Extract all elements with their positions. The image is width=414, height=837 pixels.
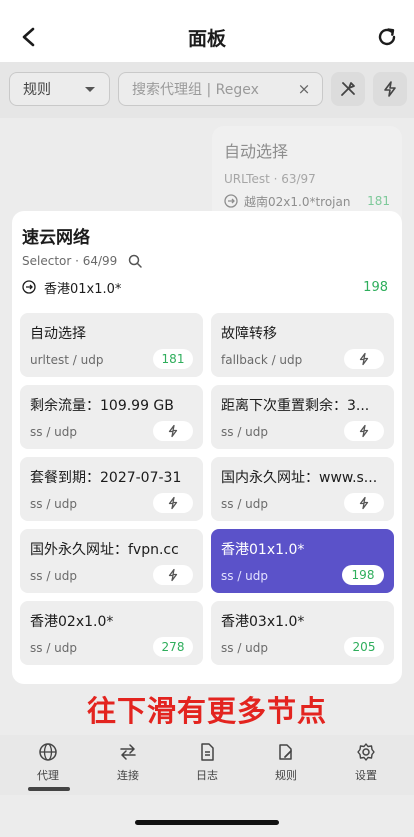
tab-label: 日志 [196,769,218,782]
node-protocol: ss / udp [221,425,269,439]
group-name: 自动选择 [224,142,289,161]
group-current: 越南02x1.0*trojan 181 [224,192,390,210]
node-protocol: ss / udp [30,425,78,439]
bottom-nav: 代理 连接 日志 规则 设置 [0,735,414,795]
node-protocol: ss / udp [30,569,78,583]
proxy-node-card[interactable]: 距离下次重置剩余：3... ss / udp [211,385,394,449]
page-title: 面板 [187,28,226,50]
tab-label: 代理 [37,769,59,782]
group-meta-row: Selector · 64/99 [22,253,143,269]
mode-select[interactable]: 规则 [9,72,110,106]
caret-down-icon [85,87,95,92]
group-name: 速云网络 [22,228,90,248]
node-name: 套餐到期：2027-07-31 [30,470,182,486]
node-protocol: ss / udp [30,497,78,511]
rules-icon [275,741,297,763]
lightning-icon [384,81,396,97]
lightning-icon[interactable] [153,565,193,585]
node-protocol: ss / udp [221,569,269,583]
document-icon [196,741,218,763]
globe-icon [37,741,59,763]
tab-label: 规则 [275,769,297,782]
lightning-icon[interactable] [153,493,193,513]
node-name: 自动选择 [30,326,86,342]
clear-icon[interactable]: × [294,79,314,99]
tab-settings[interactable]: 设置 [336,741,396,789]
node-protocol: fallback / udp [221,353,303,367]
tab-proxy[interactable]: 代理 [18,741,78,789]
node-name: 香港02x1.0* [30,614,114,630]
group-current-name: 越南02x1.0*trojan [244,194,351,209]
gear-icon [355,741,377,763]
node-name: 国外永久网址：fvpn.cc [30,542,179,558]
group-current: 香港01x1.0* 198 [22,276,388,298]
refresh-icon [378,28,396,46]
arrow-circle-icon [224,194,238,208]
search-icon[interactable] [127,253,143,269]
node-name: 香港01x1.0* [221,542,305,558]
tools-button[interactable] [331,72,365,106]
proxy-node-card[interactable]: 国外永久网址：fvpn.cc ss / udp [20,529,203,593]
group-meta: URLTest · 63/97 [224,172,316,186]
arrows-swap-icon [117,741,139,763]
active-tab-indicator [28,787,70,791]
node-name: 剩余流量：109.99 GB [30,398,174,414]
node-name: 香港03x1.0* [221,614,305,630]
lightning-icon[interactable] [344,421,384,441]
refresh-button[interactable] [372,22,402,52]
proxy-node-card[interactable]: 剩余流量：109.99 GB ss / udp [20,385,203,449]
node-protocol: ss / udp [221,641,269,655]
group-current-delay: 181 [367,194,390,208]
search-input[interactable]: 搜索代理组 | Regex × [118,72,323,106]
tab-rules[interactable]: 规则 [256,741,316,789]
group-meta: Selector · 64/99 [22,254,118,268]
proxy-node-card[interactable]: 香港03x1.0* ss / udp 205 [211,601,394,665]
proxy-node-card[interactable]: 故障转移 fallback / udp [211,313,394,377]
node-delay-badge[interactable]: 181 [153,349,193,369]
mode-select-value: 规则 [23,82,51,98]
node-name: 距离下次重置剩余：3... [221,398,370,414]
node-delay-badge[interactable]: 278 [153,637,193,657]
scroll-hint-text: 往下滑有更多节点 [86,694,327,728]
proxy-node-card-selected[interactable]: 香港01x1.0* ss / udp 198 [211,529,394,593]
tools-icon [341,82,355,96]
speed-test-button[interactable] [373,72,407,106]
node-grid: 自动选择 urltest / udp 181 故障转移 fallback / udp 剩余… [20,313,394,665]
proxy-group-panel: 速云网络 Selector · 64/99 香港01x1.0* 198 自动选择… [12,211,402,684]
node-delay-badge[interactable]: 205 [344,637,384,657]
home-indicator [135,820,279,825]
node-protocol: ss / udp [221,497,269,511]
proxy-node-card[interactable]: 自动选择 urltest / udp 181 [20,313,203,377]
filter-bar: 规则 搜索代理组 | Regex × [0,62,414,118]
tab-logs[interactable]: 日志 [177,741,237,789]
tab-connections[interactable]: 连接 [98,741,158,789]
group-current-name: 香港01x1.0* [44,281,122,297]
chevron-left-icon [22,27,35,47]
search-placeholder: 搜索代理组 | Regex [132,82,259,98]
proxy-node-card[interactable]: 套餐到期：2027-07-31 ss / udp [20,457,203,521]
arrow-circle-icon [22,280,36,294]
node-delay-badge[interactable]: 198 [342,565,384,585]
lightning-icon[interactable] [344,493,384,513]
tab-label: 连接 [117,769,139,782]
proxy-node-card[interactable]: 香港02x1.0* ss / udp 278 [20,601,203,665]
lightning-icon[interactable] [344,349,384,369]
group-current-delay: 198 [363,279,388,295]
node-name: 国内永久网址：www.s... [221,470,378,486]
node-name: 故障转移 [221,326,277,342]
back-button[interactable] [14,22,44,52]
proxy-node-card[interactable]: 国内永久网址：www.s... ss / udp [211,457,394,521]
lightning-icon[interactable] [153,421,193,441]
node-protocol: urltest / udp [30,353,104,367]
node-protocol: ss / udp [30,641,78,655]
tab-label: 设置 [355,769,377,782]
